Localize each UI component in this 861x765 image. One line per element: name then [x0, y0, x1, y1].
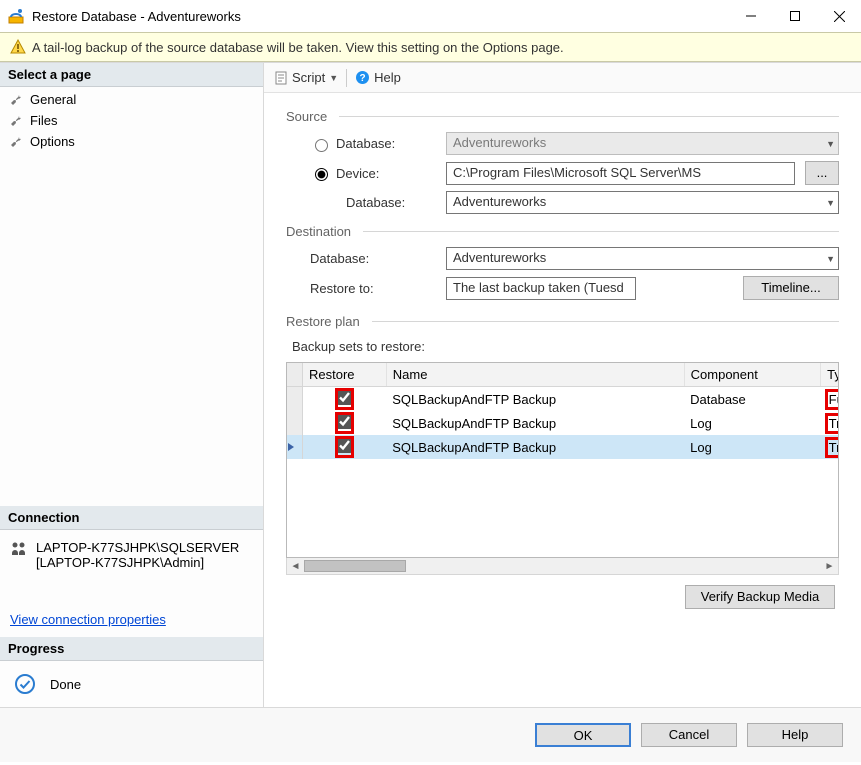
warning-icon [10, 39, 26, 55]
restore-to-label: Restore to: [286, 281, 446, 296]
source-database-combo: Adventureworks [446, 132, 839, 155]
connection-info: LAPTOP-K77SJHPK\SQLSERVER [LAPTOP-K77SJH… [0, 530, 263, 637]
cell-name: SQLBackupAndFTP Backup [386, 411, 684, 435]
svg-text:?: ? [360, 73, 366, 84]
source-group-label: Source [286, 109, 327, 124]
col-component[interactable]: Component [684, 363, 821, 387]
source-db-sub-label: Database: [286, 195, 446, 210]
restore-plan-label: Restore plan [286, 314, 360, 329]
device-path-field[interactable]: C:\Program Files\Microsoft SQL Server\MS [446, 162, 795, 185]
script-label: Script [292, 70, 325, 85]
destination-group: Destination [286, 224, 839, 239]
row-indicator-icon [287, 442, 295, 452]
select-page-heading: Select a page [0, 63, 263, 87]
wrench-icon [10, 114, 24, 128]
restore-checkbox[interactable] [337, 438, 352, 453]
close-button[interactable] [817, 0, 861, 32]
view-connection-properties-link[interactable]: View connection properties [10, 612, 166, 627]
dest-db-label: Database: [286, 251, 446, 266]
minimize-button[interactable] [729, 0, 773, 32]
source-database-label: Database: [336, 136, 395, 151]
right-pane: Script ▼ ? Help Source Database: Adventu… [264, 63, 861, 707]
cell-name: SQLBackupAndFTP Backup [386, 387, 684, 412]
verify-backup-button[interactable]: Verify Backup Media [685, 585, 835, 609]
toolbar: Script ▼ ? Help [264, 63, 861, 93]
page-label: Options [30, 134, 75, 149]
help-label: Help [374, 70, 401, 85]
source-database-radio-row[interactable]: Database: [286, 136, 446, 152]
source-device-radio[interactable] [315, 168, 328, 181]
separator [346, 69, 347, 87]
dest-db-combo[interactable]: Adventureworks [446, 247, 839, 270]
cell-type: Transaction Log [827, 415, 839, 432]
done-icon [14, 673, 36, 695]
window-title: Restore Database - Adventureworks [32, 9, 729, 24]
left-pane: Select a page General Files Options Conn… [0, 63, 264, 707]
cell-type: Transaction Log [827, 439, 839, 456]
user-name: [LAPTOP-K77SJHPK\Admin] [36, 555, 239, 570]
script-button[interactable]: Script ▼ [274, 70, 338, 85]
script-icon [274, 71, 288, 85]
table-row[interactable]: SQLBackupAndFTP Backup Log Transaction L… [287, 411, 839, 435]
server-name: LAPTOP-K77SJHPK\SQLSERVER [36, 540, 239, 555]
chevron-down-icon: ▼ [826, 139, 835, 149]
wrench-icon [10, 93, 24, 107]
wrench-icon [10, 135, 24, 149]
browse-device-button[interactable]: ... [805, 161, 839, 185]
restore-checkbox[interactable] [337, 390, 352, 405]
server-icon [10, 540, 28, 558]
horizontal-scrollbar[interactable]: ◄ ► [286, 558, 839, 575]
cancel-button[interactable]: Cancel [641, 723, 737, 747]
backup-sets-label: Backup sets to restore: [286, 337, 839, 362]
col-restore[interactable]: Restore [303, 363, 387, 387]
help-icon: ? [355, 70, 370, 85]
chevron-down-icon[interactable]: ▼ [826, 198, 835, 208]
restore-to-field[interactable]: The last backup taken (Tuesd [446, 277, 636, 300]
help-footer-button[interactable]: Help [747, 723, 843, 747]
maximize-button[interactable] [773, 0, 817, 32]
cell-type: Full [827, 391, 839, 408]
scroll-right-icon[interactable]: ► [821, 561, 838, 572]
table-row[interactable]: SQLBackupAndFTP Backup Log Transaction L… [287, 435, 839, 459]
source-device-label: Device: [336, 166, 379, 181]
page-general[interactable]: General [0, 89, 263, 110]
source-database-radio[interactable] [315, 139, 328, 152]
timeline-button[interactable]: Timeline... [743, 276, 839, 300]
page-options[interactable]: Options [0, 131, 263, 152]
scroll-thumb[interactable] [304, 558, 821, 574]
rowheader-corner [287, 363, 303, 387]
cell-component: Database [684, 387, 821, 412]
page-label: General [30, 92, 76, 107]
info-bar-text: A tail-log backup of the source database… [32, 40, 564, 55]
table-row[interactable]: SQLBackupAndFTP Backup Database Full LAP… [287, 387, 839, 412]
cell-component: Log [684, 411, 821, 435]
connection-heading: Connection [0, 506, 263, 530]
page-files[interactable]: Files [0, 110, 263, 131]
ok-button[interactable]: OK [535, 723, 631, 747]
source-db-sub-combo[interactable]: Adventureworks [446, 191, 839, 214]
scroll-left-icon[interactable]: ◄ [287, 561, 304, 572]
progress-heading: Progress [0, 637, 263, 661]
restore-checkbox[interactable] [337, 414, 352, 429]
help-button[interactable]: ? Help [355, 70, 401, 85]
titlebar: Restore Database - Adventureworks [0, 0, 861, 32]
col-name[interactable]: Name [386, 363, 684, 387]
restore-plan-group: Restore plan [286, 314, 839, 329]
page-label: Files [30, 113, 57, 128]
cell-name: SQLBackupAndFTP Backup [386, 435, 684, 459]
dialog-footer: OK Cancel Help [0, 707, 861, 762]
cell-component: Log [684, 435, 821, 459]
info-bar: A tail-log backup of the source database… [0, 32, 861, 62]
progress-text: Done [50, 677, 81, 692]
backup-sets-table: Restore Name Component Type Server SQLBa… [286, 362, 839, 558]
app-icon [8, 8, 24, 24]
chevron-down-icon: ▼ [329, 73, 338, 83]
source-device-radio-row[interactable]: Device: [286, 165, 446, 181]
col-type[interactable]: Type [821, 363, 839, 387]
chevron-down-icon[interactable]: ▼ [826, 254, 835, 264]
destination-group-label: Destination [286, 224, 351, 239]
source-group: Source [286, 109, 839, 124]
